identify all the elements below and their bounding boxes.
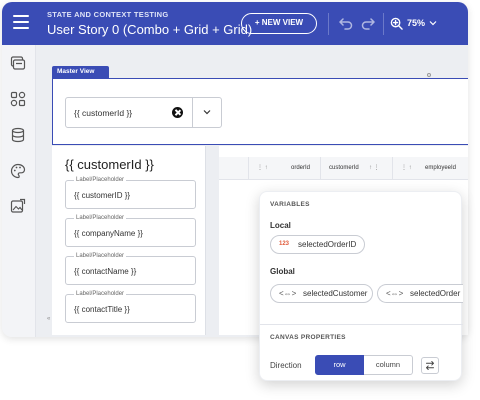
number-type-badge: 123	[279, 241, 290, 247]
zoom-level: 75%	[407, 18, 426, 28]
app-title: User Story 0 (Combo + Grid + Grid)	[47, 22, 253, 37]
contact-title-field[interactable]: Label/Placeholder {{ contactTitle }}	[65, 291, 196, 323]
form-title: {{ customerId }}	[65, 157, 154, 172]
new-view-button[interactable]: + NEW VIEW	[241, 13, 317, 34]
column-menu-icon[interactable]: ⋮ ↑	[257, 157, 268, 180]
palette-icon[interactable]	[10, 163, 26, 179]
properties-popover: VARIABLES Local 123 selectedOrderID Glob…	[259, 191, 463, 381]
left-sidebar	[2, 45, 36, 337]
field-label: Label/Placeholder	[74, 291, 127, 297]
chevron-down-icon[interactable]	[203, 108, 211, 116]
app-subtitle: STATE AND CONTEXT TESTING	[47, 10, 169, 19]
field-value: {{ companyName }}	[74, 229, 143, 238]
link-icon: <⇔>	[279, 289, 297, 298]
redo-icon[interactable]	[360, 15, 376, 31]
grid-header-row: ⋮ ↑ orderId customerId ↑ ⋮ ⋮ ↑ employeeI…	[219, 157, 468, 180]
canvas-properties-heading: CANVAS PROPERTIES	[270, 334, 346, 341]
global-variable-chip[interactable]: <⇔> selectedOrder	[377, 284, 463, 303]
global-heading: Global	[270, 267, 295, 276]
column-menu-icon[interactable]: ⋮ ↑	[401, 157, 412, 180]
combo-divider	[192, 98, 193, 127]
grid-row-handle	[219, 157, 249, 180]
section-divider	[260, 324, 463, 325]
direction-column-option[interactable]: column	[364, 355, 413, 375]
column-name: employeeId	[425, 165, 457, 171]
column-name: orderId	[291, 165, 311, 171]
global-variable-chip[interactable]: <⇔> selectedCustomer	[270, 284, 373, 303]
customer-combo[interactable]: {{ customerId }}	[65, 97, 222, 128]
field-value: {{ contactName }}	[74, 267, 137, 276]
customer-id-field[interactable]: Label/Placeholder {{ customerID }}	[65, 177, 196, 209]
collapse-handle-icon[interactable]: «	[47, 316, 50, 322]
zoom-control[interactable]: 75%	[390, 14, 437, 32]
column-header-customerid[interactable]: customerId ↑ ⋮	[321, 157, 393, 180]
variable-name: selectedCustomer	[303, 289, 368, 298]
clear-icon[interactable]	[172, 107, 183, 118]
field-value: {{ customerID }}	[74, 191, 131, 200]
chevron-down-icon	[429, 21, 437, 26]
variable-name: selectedOrder	[410, 289, 461, 298]
components-icon[interactable]	[10, 91, 26, 107]
column-name: customerId	[329, 165, 359, 171]
variables-heading: VARIABLES	[270, 201, 310, 208]
field-label: Label/Placeholder	[74, 177, 127, 183]
column-header-orderid[interactable]: ⋮ ↑ orderId	[249, 157, 321, 180]
contact-name-field[interactable]: Label/Placeholder {{ contactName }}	[65, 253, 196, 285]
resize-handle[interactable]	[427, 73, 431, 77]
top-bar: STATE AND CONTEXT TESTING User Story 0 (…	[2, 2, 468, 45]
link-icon: <⇔>	[386, 289, 404, 298]
direction-label: Direction	[270, 361, 302, 370]
pages-icon[interactable]	[10, 55, 26, 71]
local-variable-chip[interactable]: 123 selectedOrderID	[270, 235, 365, 254]
field-label: Label/Placeholder	[74, 253, 127, 259]
local-heading: Local	[270, 221, 291, 230]
direction-row-option[interactable]: row	[315, 355, 364, 375]
column-menu-icon[interactable]: ↑ ⋮	[369, 157, 380, 180]
master-view-tab[interactable]: Master View	[52, 66, 109, 78]
combo-value: {{ customerId }}	[74, 108, 133, 118]
undo-icon[interactable]	[338, 15, 354, 31]
database-icon[interactable]	[10, 127, 26, 143]
toolbar-divider	[328, 13, 329, 35]
swap-direction-icon[interactable]	[421, 357, 439, 374]
image-export-icon[interactable]	[10, 198, 26, 214]
company-name-field[interactable]: Label/Placeholder {{ companyName }}	[65, 215, 196, 247]
column-header-employeeid[interactable]: ⋮ ↑ employeeId	[393, 157, 468, 180]
toolbar-divider	[383, 13, 384, 35]
hamburger-menu-icon[interactable]	[13, 15, 29, 29]
variable-name: selectedOrderID	[298, 240, 357, 249]
zoom-in-icon	[390, 17, 403, 30]
field-label: Label/Placeholder	[74, 215, 127, 221]
field-value: {{ contactTitle }}	[74, 305, 130, 314]
